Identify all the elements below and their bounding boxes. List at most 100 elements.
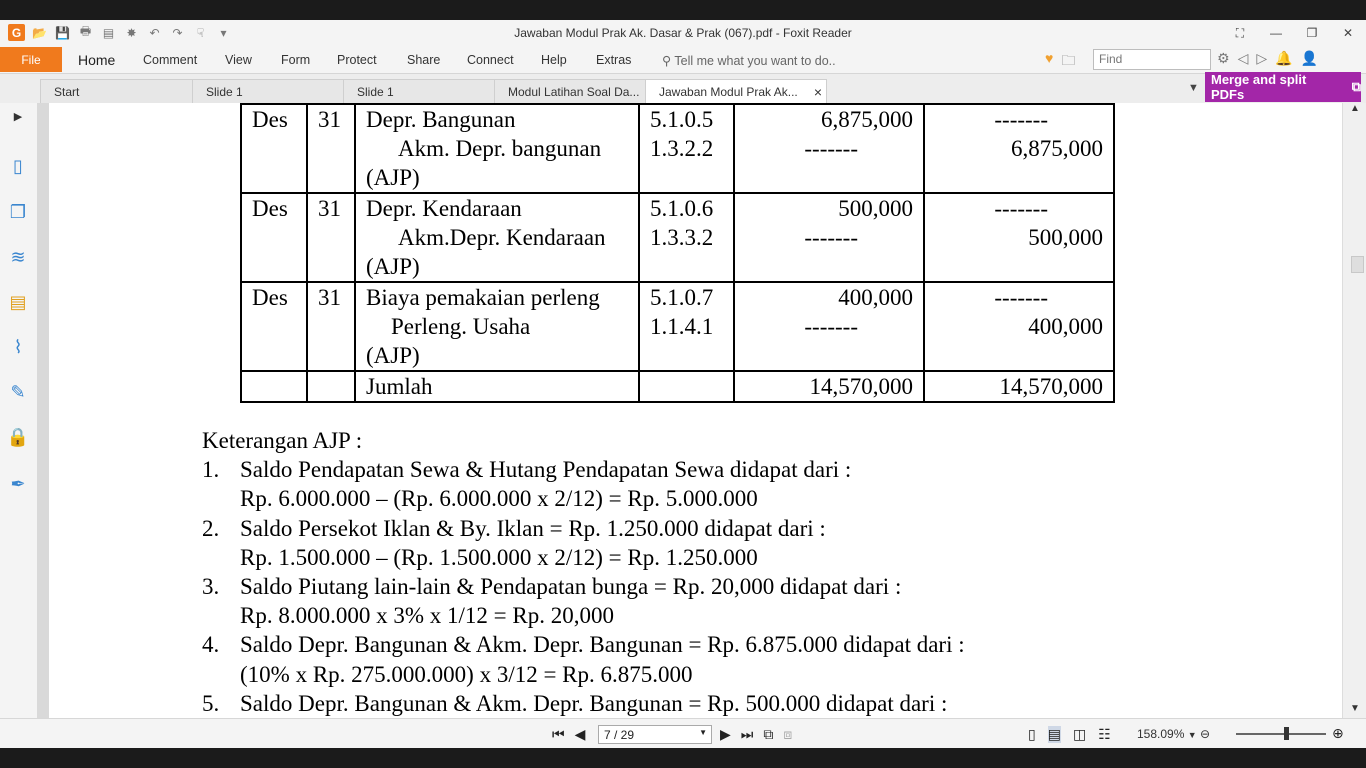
merge-split-pdfs-button[interactable]: Merge and split PDFs ⧉: [1205, 72, 1361, 102]
continuous-page-icon[interactable]: ▤: [1047, 726, 1061, 743]
ref-line: 1.3.2.2: [650, 136, 714, 161]
zoom-value: 158.09%: [1137, 727, 1185, 741]
zoom-slider[interactable]: [1236, 733, 1326, 735]
tab-label: Slide 1: [357, 85, 394, 99]
user-icon[interactable]: 👤: [1301, 50, 1318, 67]
tab-start[interactable]: Start: [40, 79, 198, 103]
menu-protect[interactable]: Protect: [337, 53, 377, 67]
tab-jawaban-modul[interactable]: Jawaban Modul Prak Ak... ×: [645, 79, 827, 103]
total-row: Jumlah 14,570,000 14,570,000: [240, 370, 1115, 403]
forward-arrow-icon[interactable]: ▷: [1256, 50, 1267, 67]
menu-form[interactable]: Form: [281, 53, 310, 67]
journal-table: Des 31 Depr. Bangunan Akm. Depr. banguna…: [240, 103, 1115, 403]
expand-sidebar-icon[interactable]: ▶: [7, 105, 29, 127]
scroll-thumb[interactable]: [1351, 256, 1364, 273]
zoom-dropdown-icon[interactable]: ▼: [1188, 730, 1197, 740]
find-input[interactable]: Find: [1093, 49, 1211, 70]
bell-icon[interactable]: 🔔: [1275, 50, 1292, 67]
page-dropdown-icon[interactable]: ▼: [699, 728, 707, 737]
total-credit: 14,570,000: [923, 370, 1115, 403]
close-tab-icon[interactable]: ×: [814, 84, 822, 100]
list-item: 1. Saldo Pendapatan Sewa & Hutang Pendap…: [202, 455, 965, 513]
item-number: 3.: [202, 574, 220, 600]
tell-me-box[interactable]: ⚲ Tell me what you want to do..: [662, 53, 836, 68]
tab-label: Modul Latihan Soal Da...: [508, 85, 640, 99]
security-lock-icon[interactable]: 🔒: [7, 426, 29, 448]
tab-slide-1-a[interactable]: Slide 1: [192, 79, 347, 103]
back-arrow-icon[interactable]: ◁: [1238, 50, 1249, 67]
debit-line: 400,000: [838, 285, 913, 310]
facing-page-icon[interactable]: ◫: [1073, 726, 1086, 743]
signature-icon[interactable]: ✎: [7, 381, 29, 403]
document-tab-bar: Start Slide 1 Slide 1 Modul Latihan Soal…: [0, 74, 1366, 103]
credit-cell: ------- 6,875,000: [923, 103, 1115, 194]
item-body: Saldo Persekot Iklan & By. Iklan = Rp. 1…: [240, 514, 826, 572]
window-controls: ⛶ — ❐ ✕: [1222, 20, 1366, 46]
folder-search-icon[interactable]: 🗀: [1061, 50, 1075, 74]
zoom-slider-handle[interactable]: [1284, 727, 1289, 740]
close-button[interactable]: ✕: [1330, 20, 1366, 46]
tab-modul-latihan[interactable]: Modul Latihan Soal Da...: [494, 79, 648, 103]
restore-button[interactable]: ❐: [1294, 20, 1330, 46]
item-line: Rp. 6.000.000 – (Rp. 6.000.000 x 2/12) =…: [240, 486, 758, 512]
tool-pen-icon[interactable]: ✒: [7, 473, 29, 495]
item-number: 4.: [202, 632, 220, 658]
vertical-scrollbar[interactable]: ▲ ▼: [1342, 103, 1366, 718]
month-cell: Des: [240, 281, 308, 372]
layers-icon[interactable]: ≋: [7, 246, 29, 268]
scroll-up-icon[interactable]: ▲: [1343, 103, 1366, 114]
pdf-page-view[interactable]: Des 31 Depr. Bangunan Akm. Depr. banguna…: [49, 103, 1342, 718]
menu-extras[interactable]: Extras: [596, 53, 631, 67]
scroll-down-icon[interactable]: ▼: [1343, 703, 1366, 714]
debit-line: 500,000: [838, 196, 913, 221]
first-page-icon[interactable]: ⏮: [552, 726, 565, 743]
minimize-button[interactable]: —: [1258, 20, 1294, 46]
account-line: Depr. Bangunan: [366, 107, 516, 132]
insert-page-icon[interactable]: ⧈: [783, 726, 792, 743]
last-page-icon[interactable]: ⏭: [741, 726, 754, 743]
tab-list-dropdown-icon[interactable]: ▼: [1188, 82, 1199, 94]
comments-icon[interactable]: ▤: [7, 291, 29, 313]
day-cell: 31: [306, 281, 356, 372]
menu-share[interactable]: Share: [407, 53, 440, 67]
zoom-in-icon[interactable]: ⊕: [1332, 725, 1344, 742]
merge-icon: ⧉: [1351, 79, 1361, 94]
continuous-facing-icon[interactable]: ☷: [1098, 726, 1111, 743]
page-number-input[interactable]: 7 / 29 ▼: [598, 725, 712, 744]
item-line: Saldo Pendapatan Sewa & Hutang Pendapata…: [240, 457, 852, 483]
menu-connect[interactable]: Connect: [467, 53, 514, 67]
attachment-icon[interactable]: ⌇: [7, 336, 29, 358]
zoom-level[interactable]: 158.09% ▼ ⊖: [1137, 727, 1210, 741]
window-title: Jawaban Modul Prak Ak. Dasar & Prak (067…: [514, 26, 852, 40]
foxit-reader-screen: G 📂 💾 🖶 ▤ ✸ ↶ ↷ ☟ ▾ Jawaban Modul Prak A…: [0, 0, 1366, 768]
settings-icon[interactable]: ⚙: [1217, 50, 1230, 67]
pages-icon[interactable]: ❐: [7, 201, 29, 223]
ref-line: 5.1.0.5: [650, 107, 714, 132]
account-line: (AJP): [366, 343, 420, 368]
zoom-out-icon[interactable]: ⊖: [1200, 727, 1210, 741]
account-line: Depr. Kendaraan: [366, 196, 522, 221]
page-gutter: [37, 103, 49, 718]
menu-help[interactable]: Help: [541, 53, 567, 67]
debit-line: 6,875,000: [821, 107, 913, 132]
menu-view[interactable]: View: [225, 53, 252, 67]
menu-comment[interactable]: Comment: [143, 53, 197, 67]
credit-line: -------: [994, 285, 1048, 310]
heart-icon[interactable]: ♥: [1045, 50, 1053, 74]
tab-slide-1-b[interactable]: Slide 1: [343, 79, 497, 103]
page-number-value: 7 / 29: [604, 728, 635, 742]
fullscreen-icon[interactable]: ⛶: [1222, 20, 1258, 46]
file-menu-button[interactable]: File: [0, 47, 62, 72]
next-page-icon[interactable]: ▶: [720, 726, 731, 743]
item-line: (10% x Rp. 275.000.000) x 3/12 = Rp. 6.8…: [240, 661, 693, 687]
bookmark-icon[interactable]: ▯: [7, 155, 29, 177]
previous-page-icon[interactable]: ◀: [575, 726, 586, 743]
item-line: Rp. 8.000.000 x 3% x 1/12 = Rp. 20,000: [240, 603, 614, 629]
extract-page-icon[interactable]: ⧉: [763, 726, 773, 743]
menu-home[interactable]: Home: [78, 52, 115, 68]
page-nav-right: ▶ ⏭ ⧉ ⧈: [720, 726, 792, 743]
ref-line: 1.3.3.2: [650, 225, 714, 250]
credit-cell: ------- 400,000: [923, 281, 1115, 372]
navigation-sidebar: ▶ ▯ ❐ ≋ ▤ ⌇ ✎ 🔒 ✒: [0, 103, 37, 718]
single-page-icon[interactable]: ▯: [1028, 726, 1036, 743]
